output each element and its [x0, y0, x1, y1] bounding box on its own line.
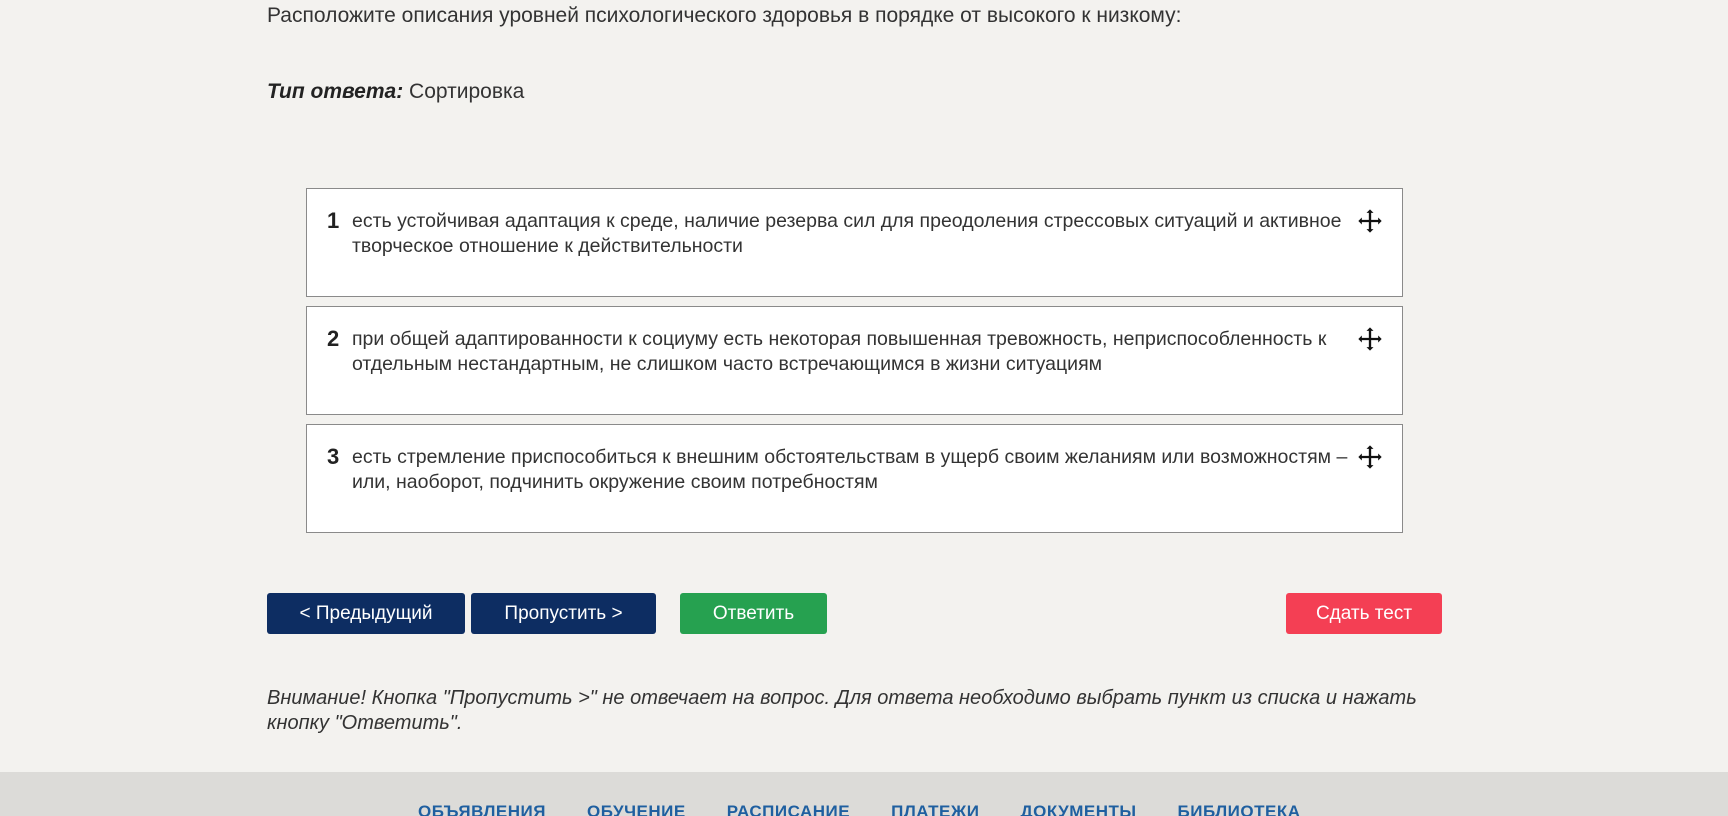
item-text: есть стремление приспособиться к внешним…: [352, 446, 1348, 493]
footer-link-documents[interactable]: ДОКУМЕНТЫ: [1020, 802, 1136, 816]
move-icon[interactable]: [1356, 325, 1384, 353]
sortable-item-1[interactable]: 1 есть устойчивая адаптация к среде, нал…: [306, 188, 1403, 297]
item-text: есть устойчивая адаптация к среде, налич…: [352, 210, 1342, 257]
skip-button[interactable]: Пропустить >: [471, 593, 656, 634]
item-number: 3: [327, 444, 340, 469]
move-icon[interactable]: [1356, 443, 1384, 471]
previous-button[interactable]: < Предыдущий: [267, 593, 465, 634]
sortable-item-3[interactable]: 3 есть стремление приспособиться к внешн…: [306, 424, 1403, 533]
footer-link-library[interactable]: БИБЛИОТЕКА: [1178, 802, 1301, 816]
answer-button[interactable]: Ответить: [680, 593, 827, 634]
question-text: Расположите описания уровней психологиче…: [267, 4, 1182, 27]
item-number: 1: [327, 208, 340, 233]
sortable-list: 1 есть устойчивая адаптация к среде, нал…: [306, 188, 1403, 542]
item-text: при общей адаптированности к социуму ест…: [352, 328, 1327, 375]
footer-link-payments[interactable]: ПЛАТЕЖИ: [891, 802, 979, 816]
warning-note: Внимание! Кнопка "Пропустить >" не отвеч…: [267, 687, 1417, 734]
answer-type-label: Тип ответа:: [267, 80, 404, 103]
footer: ОБЪЯВЛЕНИЯ ОБУЧЕНИЕ РАСПИСАНИЕ ПЛАТЕЖИ Д…: [0, 772, 1728, 816]
sortable-item-2[interactable]: 2 при общей адаптированности к социуму е…: [306, 306, 1403, 415]
submit-test-button[interactable]: Сдать тест: [1286, 593, 1442, 634]
move-icon[interactable]: [1356, 207, 1384, 235]
answer-type: Тип ответа: Сортировка: [267, 80, 524, 104]
answer-type-value: Сортировка: [409, 80, 525, 103]
footer-link-announcements[interactable]: ОБЪЯВЛЕНИЯ: [418, 802, 546, 816]
footer-nav: ОБЪЯВЛЕНИЯ ОБУЧЕНИЕ РАСПИСАНИЕ ПЛАТЕЖИ Д…: [418, 802, 1341, 816]
item-number: 2: [327, 326, 340, 351]
footer-link-schedule[interactable]: РАСПИСАНИЕ: [727, 802, 850, 816]
footer-link-education[interactable]: ОБУЧЕНИЕ: [587, 802, 686, 816]
